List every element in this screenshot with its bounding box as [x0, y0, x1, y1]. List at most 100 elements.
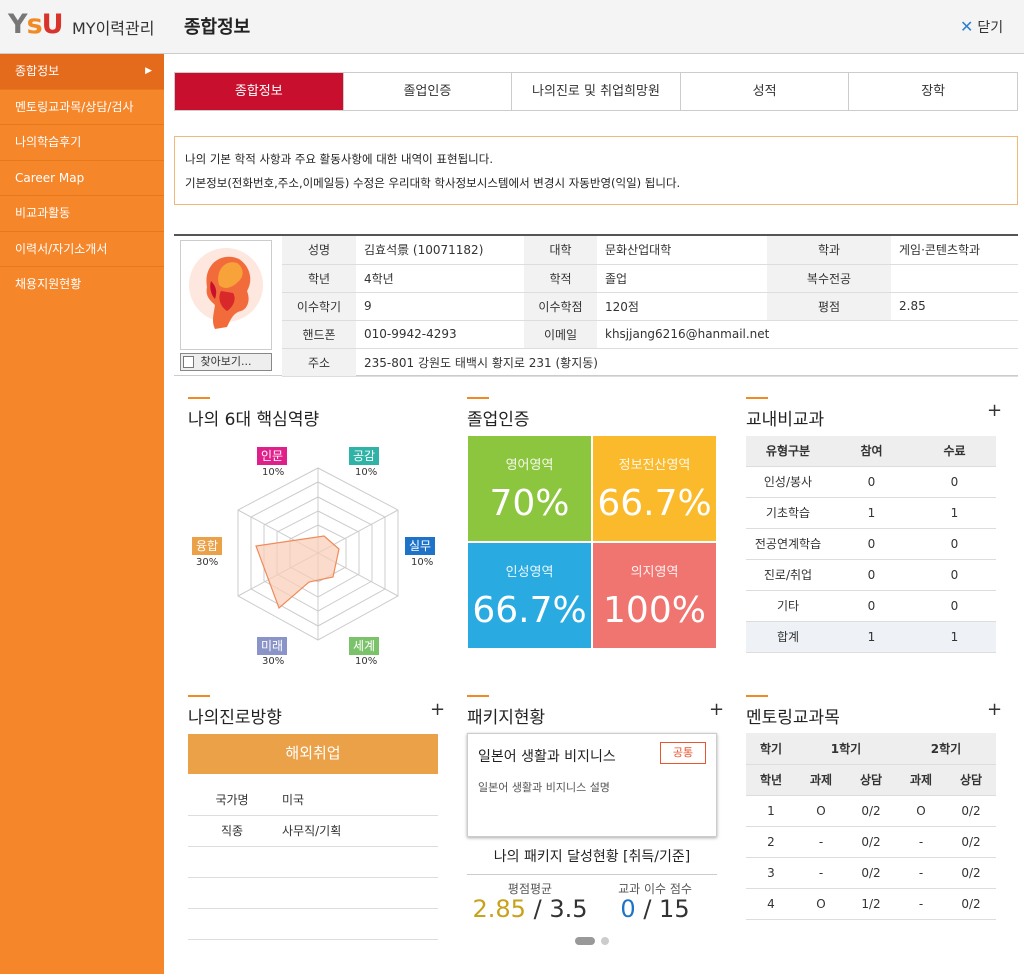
package-desc: 일본어 생활과 비지니스 설명	[478, 781, 610, 794]
mentoring-more-button[interactable]: +	[987, 699, 1002, 720]
sidebar-item-mentoring[interactable]: 멘토링교과목/상담/검사	[0, 90, 164, 125]
table-row: 진로/취업 0 0	[746, 559, 996, 591]
cert-character[interactable]: 인성영역 66.7%	[468, 543, 591, 648]
table-row: 인성/봉사 0 0	[746, 466, 996, 498]
ysu-logo: YsU	[8, 9, 64, 40]
tab-career-hope[interactable]: 나의진로 및 취업희망원	[512, 73, 681, 110]
tab-scholarship[interactable]: 장학	[849, 73, 1017, 110]
slide-dot[interactable]	[601, 937, 609, 945]
table-row: 기타 0 0	[746, 590, 996, 622]
checkbox[interactable]	[183, 356, 194, 368]
career-table: 국가명 미국 직종 사무직/기획	[188, 784, 438, 940]
notice-line: 기본정보(전화번호,주소,이메일등) 수정은 우리대학 학사정보시스템에서 변경…	[185, 176, 681, 190]
competency-value: 10%	[262, 467, 285, 478]
competency-label: 미래	[257, 637, 288, 655]
email-value: khsjjang6216@hanmail.net	[597, 320, 1018, 349]
grade-value: 4학년	[356, 264, 524, 293]
package-more-button[interactable]: +	[709, 699, 724, 720]
tab-grades[interactable]: 성적	[680, 73, 850, 110]
status-value: 졸업	[597, 264, 767, 293]
sidebar-item-learning-review[interactable]: 나의학습후기	[0, 125, 164, 161]
notice-line: 나의 기본 학적 사항과 주요 활동사항에 대한 내역이 표현됩니다.	[185, 152, 493, 166]
email-label: 이메일	[524, 320, 597, 349]
notice-box: 나의 기본 학적 사항과 주요 활동사항에 대한 내역이 표현됩니다. 기본정보…	[174, 136, 1018, 205]
extracurricular-title: 교내비교과	[746, 397, 824, 430]
package-achievement-title: 나의 패키지 달성현황 [취득/기준]	[493, 849, 691, 865]
competency-label: 융합	[192, 537, 223, 555]
competency-label: 공감	[349, 447, 380, 465]
credits-label: 이수학점	[524, 292, 597, 321]
course-score: 0 / 15	[620, 895, 690, 923]
table-row: 3-0/2-0/2	[746, 857, 996, 889]
career-title: 나의진로방향	[188, 695, 282, 728]
table-row: 4 O 1/2-0/2	[746, 888, 996, 920]
package-card[interactable]: 일본어 생활과 비지니스 공통 일본어 생활과 비지니스 설명	[467, 733, 717, 837]
name-label: 성명	[282, 236, 356, 265]
competency-value: 30%	[262, 656, 285, 667]
cert-will[interactable]: 의지영역 100%	[593, 543, 716, 648]
close-button[interactable]: ✕ 닫기	[960, 17, 1003, 37]
competency-value: 10%	[355, 656, 378, 667]
profile-photo	[180, 240, 272, 350]
package-title: 패키지현황	[467, 695, 545, 728]
competency-label: 세계	[349, 637, 380, 655]
dept-value: 게임·콘텐츠학과	[891, 236, 1018, 265]
page-title: 종합정보	[184, 17, 251, 38]
double-major-label: 복수전공	[767, 264, 891, 293]
sidebar-item-career-map[interactable]: Career Map	[0, 161, 164, 196]
name-value: 김효석景 (10071182)	[356, 236, 524, 265]
semesters-value: 9	[356, 292, 524, 321]
find-photo-button[interactable]: 찾아보기...	[180, 353, 272, 371]
career-banner: 해외취업	[188, 734, 438, 774]
competency-label: 실무	[405, 537, 436, 555]
graduation-title: 졸업인증	[467, 397, 530, 430]
extracurricular-more-button[interactable]: +	[987, 400, 1002, 421]
slide-dot-active[interactable]	[575, 937, 595, 945]
double-major-value	[891, 264, 1018, 293]
table-row: 2-0/2-0/2	[746, 826, 996, 858]
gpa-value: 2.85	[891, 292, 1018, 321]
competency-label: 인문	[257, 447, 288, 465]
gpa-avg: 2.85 / 3.5	[472, 895, 588, 923]
address-label: 주소	[282, 348, 356, 377]
competency-value: 10%	[411, 557, 434, 568]
radar-chart	[237, 467, 399, 641]
extracurricular-table: 유형구분 참여 수료 인성/봉사 0 0 기초학습 1 1 전공연계학습 0 0 진로/취업 0 0…	[746, 436, 996, 653]
tab-summary[interactable]: 종합정보	[175, 73, 344, 110]
status-label: 학적	[524, 264, 597, 293]
package-tag: 공통	[660, 742, 706, 764]
chevron-right-icon: ▶	[145, 66, 152, 76]
sidebar-item-applications[interactable]: 채용지원현황	[0, 267, 164, 303]
radar-area	[255, 535, 340, 610]
sidebar-item-extracurricular[interactable]: 비교과활동	[0, 196, 164, 232]
table-row: 1 O 0/2 O 0/2	[746, 795, 996, 827]
cert-it[interactable]: 정보전산영역 66.7%	[593, 436, 716, 541]
college-value: 문화산업대학	[597, 236, 767, 265]
student-info-table: 성명 김효석景 (10071182) 대학 문화산업대학 학과 게임·콘텐츠학과…	[282, 236, 1018, 377]
tab-graduation[interactable]: 졸업인증	[343, 73, 513, 110]
tab-bar: 종합정보 졸업인증 나의진로 및 취업희망원 성적 장학	[174, 72, 1018, 111]
table-row: 전공연계학습 0 0	[746, 528, 996, 560]
gpa-label: 평점	[767, 292, 891, 321]
mentoring-title: 멘토링교과목	[746, 695, 840, 728]
sidebar-item-resume[interactable]: 이력서/자기소개서	[0, 232, 164, 267]
table-row: 국가명 미국	[188, 784, 438, 816]
semesters-label: 이수학기	[282, 292, 356, 321]
competency-value: 30%	[196, 557, 219, 568]
close-icon: ✕	[960, 17, 974, 36]
app-title: MY이력관리	[72, 19, 155, 38]
phone-label: 핸드폰	[282, 320, 356, 349]
address-value: 235-801 강원도 태백시 황지로 231 (황지동)	[356, 348, 1018, 377]
package-name: 일본어 생활과 비지니스	[478, 749, 616, 765]
cert-english[interactable]: 영어영역 70%	[468, 436, 591, 541]
sidebar: 종합정보 ▶ 멘토링교과목/상담/검사 나의학습후기 Career Map 비교과…	[0, 54, 164, 974]
sidebar-item-summary[interactable]: 종합정보 ▶	[0, 54, 164, 90]
table-row: 기초학습 1 1	[746, 497, 996, 529]
dept-label: 학과	[767, 236, 891, 265]
top-bar: YsU MY이력관리 종합정보 ✕ 닫기	[0, 0, 1024, 54]
competency-value: 10%	[355, 467, 378, 478]
phone-value: 010-9942-4293	[356, 320, 524, 349]
college-label: 대학	[524, 236, 597, 265]
career-more-button[interactable]: +	[430, 699, 445, 720]
credits-value: 120점	[597, 292, 767, 321]
